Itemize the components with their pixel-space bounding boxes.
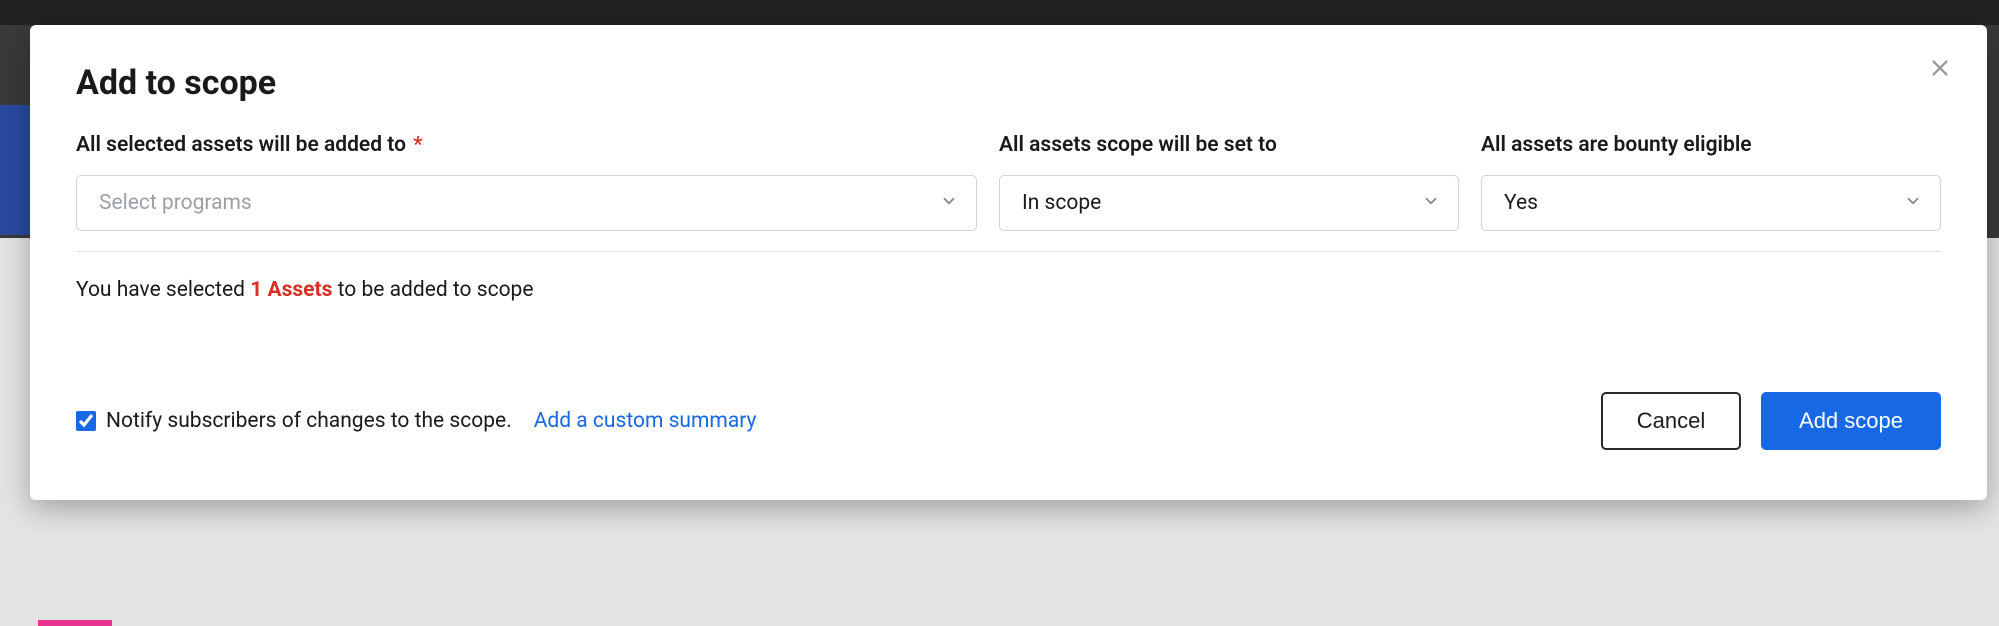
background-blue-strip <box>0 105 30 235</box>
background-pink-tab-indicator <box>38 620 112 626</box>
background-top-bar <box>0 0 1999 25</box>
scope-value: In scope <box>1022 191 1101 215</box>
notify-group: Notify subscribers of changes to the sco… <box>76 409 757 433</box>
close-button[interactable] <box>1923 53 1957 87</box>
summary-prefix: You have selected <box>76 278 250 302</box>
add-to-scope-modal: Add to scope All selected assets will be… <box>30 25 1987 500</box>
fields-row: All selected assets will be added to * S… <box>76 133 1941 252</box>
programs-select[interactable]: Select programs <box>76 175 977 231</box>
bounty-field-group: All assets are bounty eligible Yes <box>1481 133 1941 231</box>
summary-suffix: to be added to scope <box>332 278 533 302</box>
scope-select[interactable]: In scope <box>999 175 1459 231</box>
scope-field-group: All assets scope will be set to In scope <box>999 133 1459 231</box>
bounty-value: Yes <box>1504 191 1538 215</box>
modal-footer: Notify subscribers of changes to the sco… <box>76 392 1941 450</box>
button-group: Cancel Add scope <box>1601 392 1941 450</box>
scope-label: All assets scope will be set to <box>999 133 1459 157</box>
selection-summary: You have selected 1 Assets to be added t… <box>76 278 1941 302</box>
bounty-select[interactable]: Yes <box>1481 175 1941 231</box>
add-scope-button[interactable]: Add scope <box>1761 392 1941 450</box>
programs-field-group: All selected assets will be added to * S… <box>76 133 977 231</box>
summary-count: 1 Assets <box>250 278 332 302</box>
notify-label: Notify subscribers of changes to the sco… <box>106 409 512 433</box>
bounty-label: All assets are bounty eligible <box>1481 133 1941 157</box>
close-icon <box>1929 57 1951 83</box>
cancel-button[interactable]: Cancel <box>1601 392 1741 450</box>
chevron-down-icon <box>1904 192 1922 214</box>
modal-title: Add to scope <box>76 63 1941 103</box>
notify-checkbox[interactable] <box>76 411 96 431</box>
add-custom-summary-link[interactable]: Add a custom summary <box>534 409 757 433</box>
programs-label-text: All selected assets will be added to <box>76 133 406 157</box>
chevron-down-icon <box>1422 192 1440 214</box>
programs-label: All selected assets will be added to * <box>76 133 977 157</box>
required-asterisk: * <box>413 133 422 157</box>
programs-placeholder: Select programs <box>99 191 252 215</box>
chevron-down-icon <box>940 192 958 214</box>
